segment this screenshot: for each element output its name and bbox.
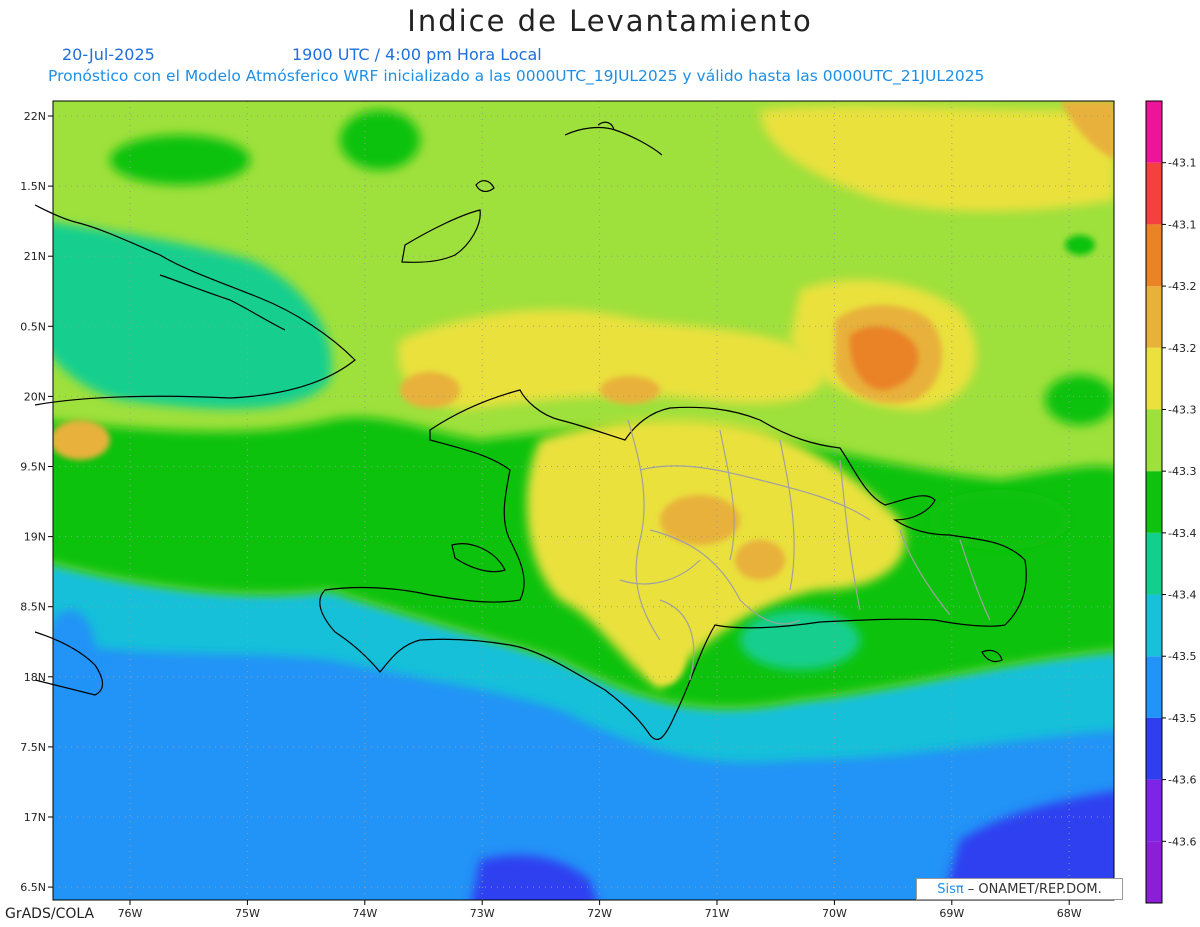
colorbar-label: -43.1 [1168,218,1196,231]
lat-tick-label: 8.5N [20,601,46,614]
colorbar-swatch [1146,101,1162,163]
lon-tick-label: 70W [822,907,847,920]
colorbar-label: -43.1 [1168,157,1196,170]
colorbar-label: -43.6 [1168,835,1196,848]
colorbar-swatch [1146,409,1162,472]
credit-text: – ONAMET/REP.DOM. [967,881,1102,897]
lat-tick-label: 1.5N [20,180,46,193]
map-canvas: 22N 1.5N 21N 0.5N 20N 9.5N 19N 8.5N 18N 7.5N 17N 6.… [20,100,1196,920]
colorbar-swatch [1146,717,1162,780]
lon-tick-label: 76W [118,907,143,920]
field-amber-patch [735,540,785,580]
field-teal-patch [740,610,860,670]
colorbar-swatch [1146,286,1162,348]
colorbar-label: -43.2 [1168,342,1196,355]
lon-tick-label: 69W [939,907,964,920]
colorbar-label: -43.5 [1168,650,1196,663]
lon-tick-label: 73W [470,907,495,920]
colorbar-swatch [1146,779,1162,842]
colorbar-swatch [1146,594,1162,657]
field-green-patch [340,110,420,170]
field-green-patch [110,135,250,185]
field-amber-patch [600,376,660,404]
lat-tick-label: 20N [24,390,46,403]
field-layer [53,101,1114,900]
colorbar-label: -43.6 [1168,774,1196,787]
lat-tick-label: 6.5N [20,881,46,894]
colorbar-label: -43.2 [1168,280,1196,293]
colorbar-swatch [1146,162,1162,225]
colorbar-swatch [1146,532,1162,595]
field-amber-patch [53,420,110,460]
colorbar-label: -43.4 [1168,589,1196,602]
colorbar-swatch [1146,471,1162,533]
colorbar-label: -43.3 [1168,403,1196,416]
lat-tick-label: 9.5N [20,461,46,474]
colorbar-label: -43.3 [1168,465,1196,478]
field-green-patch [1045,375,1114,425]
lon-tick-label: 75W [235,907,260,920]
field-green-patch [930,490,1070,550]
lat-tick-label: 17N [24,811,46,824]
field-amber-patch [400,372,460,408]
longitude-axis: 76W 75W 74W 73W 72W 71W 70W 69W 68W [118,900,1082,920]
lat-tick-label: 19N [24,531,46,544]
lat-tick-label: 21N [24,250,46,263]
field-yellow-patch [645,635,685,685]
lon-tick-label: 72W [587,907,612,920]
lat-tick-label: 22N [24,110,46,123]
lat-tick-label: 7.5N [20,741,46,754]
colorbar-swatch [1146,347,1162,410]
colorbar-label: -43.5 [1168,712,1196,725]
colorbar-label: -43.4 [1168,527,1196,540]
lon-tick-label: 68W [1057,907,1082,920]
colorbar: -43.1 -43.1 -43.2 -43.2 -43.3 -43.3 -43.4 -43.4… [1145,100,1196,904]
colorbar-swatch [1146,224,1162,287]
lon-tick-label: 71W [705,907,730,920]
latitude-axis: 22N 1.5N 21N 0.5N 20N 9.5N 19N 8.5N 18N 7.5N 17N 6.… [20,110,53,894]
colorbar-swatch [1146,656,1162,718]
colorbar-swatch [1146,841,1162,903]
lat-tick-label: 18N [24,671,46,684]
credit-box: Sisπ – ONAMET/REP.DOM. [916,878,1123,900]
lon-tick-label: 74W [352,907,377,920]
grads-footer: GrADS/COLA [5,906,95,922]
lat-tick-label: 0.5N [20,320,46,333]
sispi-logo: Sisπ [937,881,964,897]
